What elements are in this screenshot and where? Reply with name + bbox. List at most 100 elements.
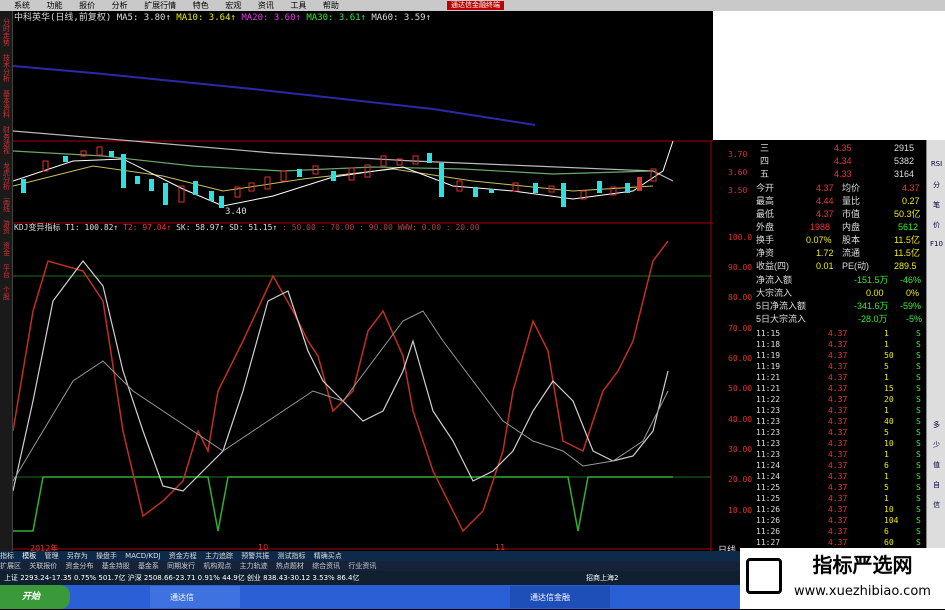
tab2-industry[interactable]: 行业资讯 <box>348 561 376 571</box>
low-price-label: 3.40 <box>225 207 247 217</box>
tab-buypoint[interactable]: 精确买点 <box>314 551 342 561</box>
tab2-fund-family[interactable]: 基金系 <box>138 561 159 571</box>
tool-minute[interactable]: 分 <box>928 180 945 190</box>
tab-saveas[interactable]: 另存为 <box>67 551 88 561</box>
flow-row: 大宗流入 0.00 0% <box>756 288 920 298</box>
stat-row: 收益(四) 0.01 PE(动) 289.5 <box>756 261 917 271</box>
axis-label: 3.70 <box>728 150 748 159</box>
tool-info[interactable]: 信 <box>928 500 945 510</box>
menu-info[interactable]: 资讯 <box>258 0 274 11</box>
axis-label: 70.00 <box>728 324 753 333</box>
flow-row: 5日大宗流入 -28.0万 -5% <box>756 314 923 324</box>
tab2-news[interactable]: 综合资讯 <box>312 561 340 571</box>
stock-title: 中科英华(日线,前复权) <box>14 13 112 23</box>
tab-intraday[interactable]: 分时走势 <box>0 19 13 47</box>
axis-label: 20.00 <box>728 475 753 484</box>
stat-row: 最低 4.37 市值 50.3亿 <box>756 209 921 219</box>
tab-fundamentals[interactable]: 基本资料 <box>0 91 13 119</box>
tab2-views[interactable]: 机构观点 <box>203 561 231 571</box>
chart-area[interactable]: 3.40 <box>13 11 713 551</box>
menu-tools[interactable]: 工具 <box>290 0 306 11</box>
tool-value[interactable]: 值 <box>928 460 945 470</box>
flow-row: 5日净流入额 -341.6万 -59% <box>756 301 922 311</box>
tab-capital-eq[interactable]: 资金方程 <box>169 551 197 561</box>
menu-bar: 系统 功能 报价 分析 扩展行情 特色 宏观 资讯 工具 帮助 通达信金融终端 <box>0 0 945 11</box>
tab-macd-kdj[interactable]: MACD/KDJ <box>125 551 160 561</box>
tool-rsi[interactable]: RSI <box>928 160 945 168</box>
axis-label: 10.00 <box>728 506 753 515</box>
tab-technical[interactable]: 技术分析 <box>0 55 13 83</box>
stat-row: 最高 4.44 量比 0.27 <box>756 196 920 206</box>
axis-label: 50.00 <box>728 384 753 393</box>
left-tab-strip: 分时走势 技术分析 基本资料 财务透视 龙虎分析 画线 游资 资金 平台 个股 <box>0 11 13 551</box>
index-ticker: 上证 2293.24-17.35 0.75% 501.7亿 沪深 2508.66… <box>4 574 360 582</box>
sk-value: SK: 58.97↑ <box>176 223 225 232</box>
tab-indicator[interactable]: 指标 <box>0 551 14 561</box>
tool-tick[interactable]: 笔 <box>928 200 945 210</box>
start-button[interactable]: 开始 <box>0 585 70 609</box>
menu-quote[interactable]: 报价 <box>79 0 95 11</box>
tab-financial[interactable]: 财务透视 <box>0 127 13 155</box>
t2-value: T2: 97.04↑ <box>123 223 172 232</box>
tool-self[interactable]: 自 <box>928 480 945 490</box>
kdj-header: KDJ变异指标 T1: 100.82↑ T2: 97.04↑ SK: 58.97… <box>14 222 480 234</box>
axis-label: 30.00 <box>728 445 753 454</box>
axis-label: 3.50 <box>728 186 748 195</box>
ma-header: 中科英华(日线,前复权) MA5: 3.80↑ MA10: 3.64↑ MA20… <box>14 11 431 25</box>
tab-dragon[interactable]: 龙虎分析 <box>0 163 13 191</box>
tab2-related[interactable]: 关联报价 <box>29 561 57 571</box>
menu-extended[interactable]: 扩展行情 <box>144 0 176 11</box>
tab-template[interactable]: 模板 <box>22 551 36 561</box>
stat-row: 净资 1.72 流通 11.5亿 <box>756 248 920 258</box>
tab-capital[interactable]: 资金 <box>0 243 13 257</box>
axis-label: 3.60 <box>728 168 748 177</box>
axis-label: 40.00 <box>728 415 753 424</box>
ask-level: 三 4.35 2915 <box>760 143 915 153</box>
tab-test[interactable]: 测试指标 <box>278 551 306 561</box>
tab-manage[interactable]: 管理 <box>44 551 58 561</box>
tab2-fund-hold[interactable]: 基金持股 <box>102 561 130 571</box>
kdj-name: KDJ变异指标 <box>14 223 61 232</box>
stat-row: 换手 0.07% 股本 11.5亿 <box>756 235 920 245</box>
promo-badge[interactable]: 通达信金融终端 <box>447 1 504 10</box>
tool-few[interactable]: 少 <box>928 440 945 450</box>
tab2-fund-dist[interactable]: 资金分布 <box>65 561 93 571</box>
price-axis: 3.70 3.60 3.50 100.0 90.00 80.00 70.00 6… <box>712 140 754 550</box>
ask-level: 五 4.33 3164 <box>760 169 915 179</box>
axis-label: 100.0 <box>728 233 753 242</box>
tab-stock[interactable]: 个股 <box>0 287 13 301</box>
tab-tracking[interactable]: 主力追踪 <box>205 551 233 561</box>
menu-help[interactable]: 帮助 <box>323 0 339 11</box>
tab2-path[interactable]: 主力轨迹 <box>240 561 268 571</box>
tab-drawing[interactable]: 画线 <box>0 199 13 213</box>
tab2-hot[interactable]: 热点题材 <box>276 561 304 571</box>
tab-warning[interactable]: 预警共振 <box>241 551 269 561</box>
stat-row: 外盘 1988 内盘 5612 <box>756 222 919 232</box>
tab2-ext[interactable]: 扩展区 <box>0 561 21 571</box>
axis-label: 60.00 <box>728 354 753 363</box>
ma30-value: MA30: 3.61↑ <box>306 13 366 23</box>
tab-trader[interactable]: 操盘手 <box>96 551 117 561</box>
axis-label: 90.00 <box>728 263 753 272</box>
tab2-issue[interactable]: 同期发行 <box>167 561 195 571</box>
watermark: 指标严选网 www.xuezhibiao.com <box>740 548 945 609</box>
tab-platform[interactable]: 平台 <box>0 265 13 279</box>
tool-multi[interactable]: 多 <box>928 420 945 430</box>
server-name: 招商上海2 <box>586 574 619 582</box>
tool-price[interactable]: 价 <box>928 220 945 230</box>
menu-analysis[interactable]: 分析 <box>112 0 128 11</box>
ma5-value: MA5: 3.80↑ <box>116 13 171 23</box>
stat-row: 今开 4.37 均价 4.37 <box>756 183 920 193</box>
ma20-value: MA20: 3.60↑ <box>241 13 301 23</box>
taskbar-app-2[interactable]: 通达信金融 <box>510 586 610 608</box>
menu-function[interactable]: 功能 <box>47 0 63 11</box>
tab-hotmoney[interactable]: 游资 <box>0 221 13 235</box>
taskbar-app-1[interactable]: 通达信 <box>150 586 240 608</box>
menu-feature[interactable]: 特色 <box>193 0 209 11</box>
menu-macro[interactable]: 宏观 <box>225 0 241 11</box>
flow-row: 净流入额 -151.5万 -46% <box>756 275 922 285</box>
tool-f10[interactable]: F10 <box>928 240 945 248</box>
menu-system[interactable]: 系统 <box>14 0 30 11</box>
ask-level: 四 4.34 5382 <box>760 156 915 166</box>
axis-label: 80.00 <box>728 293 753 302</box>
